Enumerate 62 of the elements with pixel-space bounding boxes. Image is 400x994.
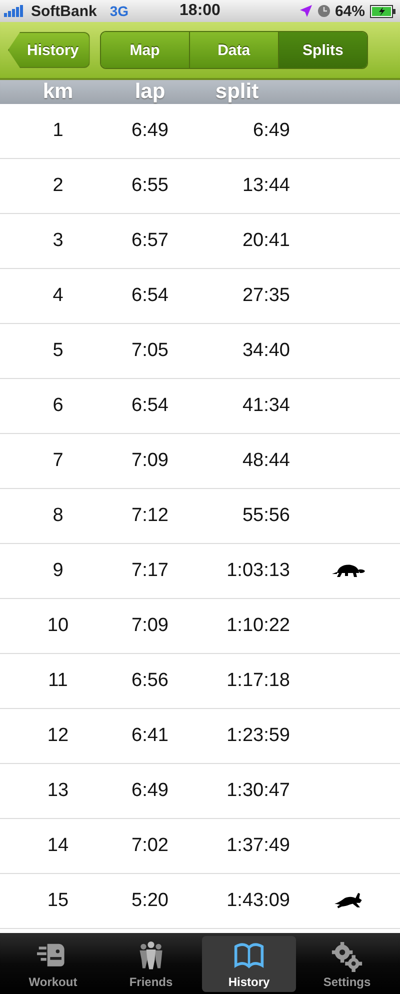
table-cell-text: 5 bbox=[52, 340, 64, 362]
table-cell-text: 6:49 bbox=[252, 120, 290, 142]
tab-item[interactable]: History bbox=[202, 936, 296, 992]
table-cell-text: 15 bbox=[46, 890, 70, 912]
table-cell-text: 5:20 bbox=[130, 890, 170, 912]
table-cell-text: 9 bbox=[52, 560, 64, 582]
segment-tab[interactable]: Splits bbox=[278, 32, 367, 68]
table-cell-text: 1:30:47 bbox=[226, 780, 290, 802]
column-header: km bbox=[42, 80, 74, 104]
table-cell-text: 27:35 bbox=[241, 285, 290, 307]
table-cell-text: 4 bbox=[52, 285, 64, 307]
table-cell-text: 13:44 bbox=[241, 175, 290, 197]
table-cell-text: 7:02 bbox=[130, 835, 170, 857]
column-header: lap bbox=[134, 80, 166, 104]
carrier-name: SoftBank bbox=[31, 2, 97, 20]
location-arrow-icon bbox=[298, 4, 313, 18]
battery-icon bbox=[370, 4, 396, 18]
table-cell-text: 8 bbox=[52, 505, 64, 527]
table-cell-text: 14 bbox=[46, 835, 70, 857]
table-cell-text: 6:49 bbox=[130, 780, 170, 802]
signal-icon bbox=[4, 5, 26, 17]
tab-item[interactable]: Workout bbox=[6, 936, 100, 992]
table-cell-text: 12 bbox=[46, 725, 70, 747]
table-cell-text: 13 bbox=[46, 780, 70, 802]
table-cell-text: 11 bbox=[47, 670, 69, 692]
table-cell-text: 1:03:13 bbox=[226, 560, 290, 582]
table-cell-text: 7:09 bbox=[130, 450, 170, 472]
battery-percent: 64% bbox=[334, 2, 365, 20]
table-cell-text: 6 bbox=[52, 395, 64, 417]
table-cell-text: 1:17:18 bbox=[226, 670, 290, 692]
table-cell-text: 34:40 bbox=[241, 340, 290, 362]
table-cell-text: 7:17 bbox=[130, 560, 170, 582]
table-cell-text: 20:41 bbox=[241, 230, 290, 252]
table-cell-text: 6:55 bbox=[130, 175, 170, 197]
status-time: 18:00 bbox=[180, 2, 220, 20]
table-cell-text: 55:56 bbox=[241, 505, 290, 527]
table-cell-text: 7:05 bbox=[130, 340, 170, 362]
tab-item[interactable]: Settings bbox=[300, 936, 394, 992]
table-cell-text: 3 bbox=[52, 230, 64, 252]
table-cell-text: 6:56 bbox=[130, 670, 170, 692]
table-cell-text: 6:57 bbox=[130, 230, 170, 252]
table-cell-text: 1:23:59 bbox=[226, 725, 290, 747]
table-cell-text: 48:44 bbox=[241, 450, 290, 472]
table-cell-text: 6:54 bbox=[130, 285, 170, 307]
table-cell-text: 1 bbox=[52, 120, 64, 142]
table-cell-text: 6:49 bbox=[130, 120, 170, 142]
table-cell-text: 2 bbox=[52, 175, 64, 197]
table-cell-text: 7 bbox=[52, 450, 64, 472]
table-cell-text: 6:54 bbox=[130, 395, 170, 417]
table-cell-text: 41:34 bbox=[241, 395, 290, 417]
settings-icon bbox=[330, 940, 364, 972]
clock-icon bbox=[318, 5, 330, 17]
table-cell-text: 10 bbox=[46, 615, 70, 637]
column-header: split bbox=[214, 80, 260, 104]
network-type: 3G bbox=[110, 3, 129, 19]
table-cell-text: 7:09 bbox=[130, 615, 170, 637]
table-cell-text: 7:12 bbox=[130, 505, 170, 527]
table-cell-text: 6:41 bbox=[130, 725, 170, 747]
table-cell-text: 1:43:09 bbox=[226, 890, 290, 912]
table-cell-text: 1:37:49 bbox=[226, 835, 290, 857]
table-cell-text: 1:10:22 bbox=[226, 615, 290, 637]
tab-item[interactable]: Friends bbox=[104, 936, 198, 992]
